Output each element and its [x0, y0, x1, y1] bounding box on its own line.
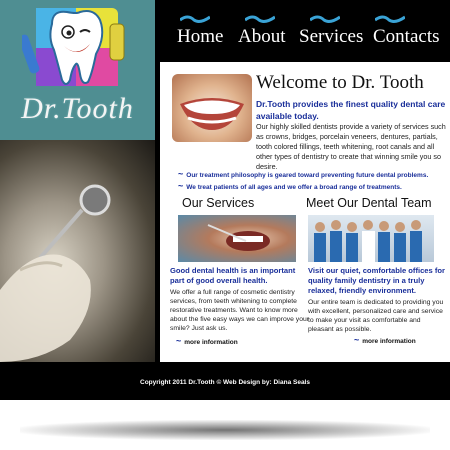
team-body: Our entire team is dedicated to providin… [308, 299, 444, 333]
bullet-text: We treat patients of all ages and we off… [186, 184, 402, 191]
nav-contacts[interactable]: Contacts [373, 26, 440, 48]
services-more-link[interactable]: ~ more information [176, 336, 238, 346]
services-title: Our Services [182, 196, 255, 210]
swoosh-icon [310, 15, 340, 23]
team-title: Meet Our Dental Team [306, 196, 432, 210]
drop-shadow [20, 420, 430, 440]
tilde-icon: ~ [178, 169, 184, 179]
team-more-link[interactable]: ~ more information [354, 335, 416, 345]
swoosh-icon [375, 15, 405, 23]
logo-text: Dr.Tooth [21, 92, 134, 125]
welcome-title: Welcome to Dr. Tooth [256, 72, 424, 93]
team-photo [308, 215, 434, 262]
bullet-item: ~ Our treatment philosophy is geared towa… [178, 169, 428, 179]
content-panel: Welcome to Dr. Tooth Dr.Tooth provides t… [160, 62, 450, 362]
bullet-item: ~ We treat patients of all ages and we of… [178, 181, 402, 191]
nav-about[interactable]: About [238, 26, 286, 48]
tilde-icon: ~ [176, 336, 182, 346]
bullet-text: Our treatment philosophy is geared towar… [186, 172, 429, 179]
services-body: We offer a full range of cosmetic dentis… [170, 289, 310, 332]
smile-photo [172, 74, 252, 142]
nav-home[interactable]: Home [177, 26, 223, 48]
welcome-body: Our highly skilled dentists provide a va… [256, 122, 446, 171]
services-lead: Good dental health is an important part … [170, 266, 296, 285]
tilde-icon: ~ [178, 181, 184, 191]
swoosh-icon [180, 15, 210, 23]
services-photo [178, 215, 296, 262]
team-lead: Visit our quiet, comfortable offices for… [308, 266, 445, 295]
nav-services[interactable]: Services [299, 26, 363, 48]
logo[interactable]: Dr.Tooth [0, 0, 155, 140]
tooth-mascot-icon [22, 8, 125, 86]
dentist-photo [0, 140, 155, 362]
welcome-tagline: Dr.Tooth provides the finest quality den… [256, 99, 446, 121]
more-link-text: more information [184, 339, 238, 346]
tilde-icon: ~ [354, 335, 360, 345]
footer-copyright: Copyright 2011 Dr.Tooth © Web Design by:… [140, 379, 310, 386]
more-link-text: more information [362, 338, 416, 345]
swoosh-icon [245, 15, 275, 23]
site-frame: Dr.Tooth Home About Services Contacts We… [0, 0, 450, 400]
main-nav: Home About Services Contacts [160, 0, 450, 60]
